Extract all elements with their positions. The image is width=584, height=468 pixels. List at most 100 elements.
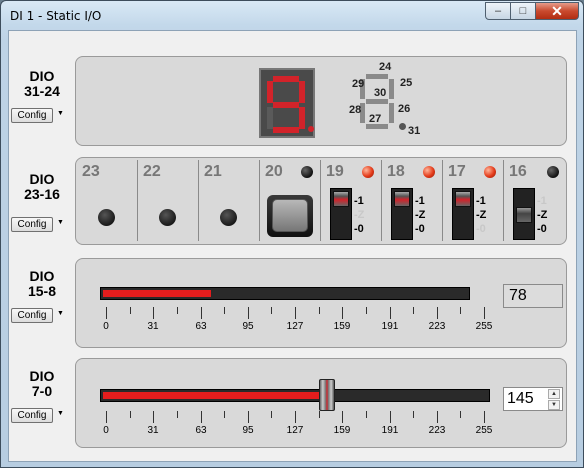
bit-number: 20 bbox=[265, 163, 283, 180]
output-pushbutton[interactable] bbox=[267, 195, 313, 237]
scale-tick-label: 223 bbox=[428, 425, 446, 436]
bit-16: 16 -1 -Z -0 bbox=[503, 158, 567, 243]
bit-21: 21 bbox=[198, 158, 259, 243]
tristate-labels: -1 -Z -0 bbox=[537, 194, 547, 236]
map-seg-a bbox=[366, 74, 388, 79]
scale-tick bbox=[295, 411, 296, 423]
segment-e bbox=[267, 107, 273, 129]
scale-tick bbox=[248, 307, 249, 319]
tristate-label-0: -0 bbox=[415, 223, 425, 235]
segment-b bbox=[299, 81, 305, 103]
map-seg-b bbox=[389, 79, 394, 99]
config-dropdown-icon[interactable]: ▼ bbox=[57, 110, 64, 117]
seg-label-25: 25 bbox=[400, 77, 413, 89]
segment-g bbox=[273, 102, 299, 108]
scale-tick bbox=[271, 307, 272, 314]
tristate-label-1: -1 bbox=[415, 195, 425, 207]
spin-down-icon[interactable]: ▼ bbox=[548, 400, 560, 410]
scale-tick bbox=[106, 307, 107, 319]
bit-20: 20 bbox=[259, 158, 320, 243]
dio15-8-panel: 0 31 63 95 127 159 191 223 255 78 bbox=[75, 258, 567, 348]
tristate-label-1: -1 bbox=[354, 195, 364, 207]
scale-tick-label: 255 bbox=[475, 321, 493, 332]
scale-tick-label: 255 bbox=[475, 425, 493, 436]
scale-tick-label: 0 bbox=[103, 425, 109, 436]
segment-dp bbox=[308, 126, 314, 132]
dio15-8-value: 78 bbox=[503, 284, 563, 308]
dio23-16-panel: 23 22 21 20 19 -1 -Z -0 18 -1 -Z -0 17 -… bbox=[75, 157, 567, 245]
input-led bbox=[220, 209, 237, 226]
scale-tick bbox=[224, 307, 225, 314]
scale-tick bbox=[390, 307, 391, 319]
config-dropdown-icon[interactable]: ▼ bbox=[57, 219, 64, 226]
config-button-dio31-24[interactable]: Config bbox=[11, 108, 53, 123]
scale-tick bbox=[177, 307, 178, 314]
scale-tick-label: 95 bbox=[242, 425, 254, 436]
tristate-switch[interactable] bbox=[330, 188, 352, 240]
scale-tick bbox=[177, 411, 178, 418]
scale-tick bbox=[201, 307, 202, 319]
segment-a bbox=[273, 76, 299, 82]
scale-tick-label: 127 bbox=[286, 321, 304, 332]
scale-tick bbox=[153, 307, 154, 319]
title-bar[interactable]: DI 1 - Static I/O – □ ✕ bbox=[1, 1, 583, 29]
config-dropdown-icon[interactable]: ▼ bbox=[57, 410, 64, 417]
dio7-0-label-line1: DIO bbox=[29, 368, 55, 384]
scale-tick bbox=[271, 411, 272, 418]
bit-19: 19 -1 -Z -0 bbox=[320, 158, 381, 243]
dio23-16-label-line2: 23-16 bbox=[24, 186, 60, 202]
scale-tick-label: 159 bbox=[333, 321, 351, 332]
dio31-24-panel: 24 25 26 27 28 29 30 31 bbox=[75, 56, 567, 146]
indicator-led bbox=[362, 166, 374, 178]
dio7-0-scale: 0 31 63 95 127 159 191 223 255 bbox=[103, 411, 492, 436]
tristate-switch[interactable] bbox=[391, 188, 413, 240]
scale-tick bbox=[484, 307, 485, 319]
tristate-labels: -1 -Z -0 bbox=[476, 194, 486, 236]
scale-tick bbox=[484, 411, 485, 423]
bit-number: 22 bbox=[143, 163, 161, 180]
dio7-0-value-spinner[interactable]: 145 ▲ ▼ bbox=[503, 387, 563, 411]
scale-tick bbox=[460, 307, 461, 314]
dio7-0-label: DIO 7-0 bbox=[9, 369, 75, 399]
scale-tick bbox=[342, 307, 343, 319]
dio7-0-slider-track[interactable] bbox=[100, 389, 490, 402]
scale-tick bbox=[437, 307, 438, 319]
window-title: DI 1 - Static I/O bbox=[10, 9, 102, 23]
config-button-dio7-0[interactable]: Config bbox=[11, 408, 53, 423]
config-dropdown-icon[interactable]: ▼ bbox=[57, 310, 64, 317]
scale-tick bbox=[248, 411, 249, 423]
dio15-8-bar-fill bbox=[103, 290, 211, 297]
config-button-dio15-8[interactable]: Config bbox=[11, 308, 53, 323]
close-button[interactable]: ✕ bbox=[535, 2, 579, 20]
scale-tick-label: 223 bbox=[428, 321, 446, 332]
scale-tick-label: 191 bbox=[381, 425, 399, 436]
maximize-button[interactable]: □ bbox=[510, 2, 536, 20]
scale-tick bbox=[366, 307, 367, 314]
bit-22: 22 bbox=[137, 158, 198, 243]
input-led bbox=[98, 209, 115, 226]
scale-tick bbox=[153, 411, 154, 423]
segment-c bbox=[299, 107, 305, 129]
bit-number: 21 bbox=[204, 163, 222, 180]
dio15-8-label-line1: DIO bbox=[29, 268, 55, 284]
scale-tick bbox=[224, 411, 225, 418]
bit-17: 17 -1 -Z -0 bbox=[442, 158, 503, 243]
seg-label-24: 24 bbox=[379, 61, 392, 73]
map-seg-dp bbox=[399, 123, 406, 130]
dio15-8-scale: 0 31 63 95 127 159 191 223 255 bbox=[103, 307, 492, 332]
seg-label-31: 31 bbox=[408, 125, 421, 137]
tristate-label-0: -0 bbox=[537, 223, 547, 235]
tristate-labels: -1 -Z -0 bbox=[354, 194, 364, 236]
config-button-dio23-16[interactable]: Config bbox=[11, 217, 53, 232]
minimize-button[interactable]: – bbox=[485, 2, 511, 20]
dio7-0-slider-thumb[interactable] bbox=[319, 379, 335, 411]
scale-tick bbox=[342, 411, 343, 423]
tristate-switch[interactable] bbox=[513, 188, 535, 240]
tristate-label-1: -1 bbox=[476, 195, 486, 207]
spin-up-icon[interactable]: ▲ bbox=[548, 389, 560, 399]
seg-label-27: 27 bbox=[369, 113, 382, 125]
tristate-switch[interactable] bbox=[452, 188, 474, 240]
scale-tick bbox=[130, 307, 131, 314]
indicator-led bbox=[423, 166, 435, 178]
seven-segment-display bbox=[259, 68, 315, 138]
